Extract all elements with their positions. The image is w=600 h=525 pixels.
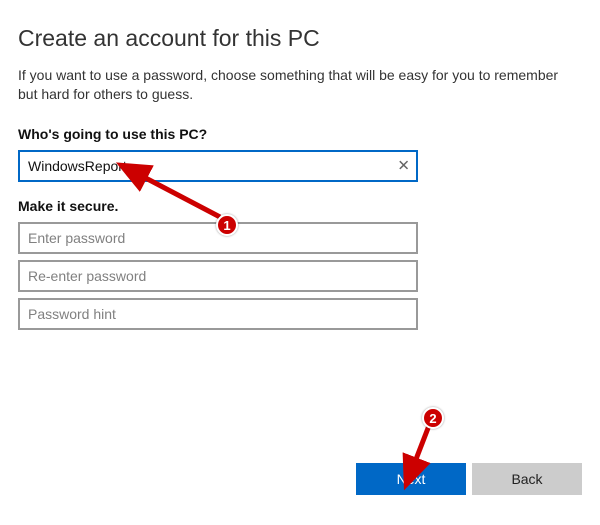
username-label: Who's going to use this PC?: [18, 126, 582, 142]
button-row: Next Back: [356, 463, 582, 495]
username-input[interactable]: [18, 150, 418, 182]
password-input[interactable]: [18, 222, 418, 254]
clear-icon[interactable]: ✕: [397, 158, 410, 173]
password-fields: [18, 222, 582, 330]
back-button[interactable]: Back: [472, 463, 582, 495]
password-hint-input[interactable]: [18, 298, 418, 330]
annotation-callout-2: 2: [422, 407, 444, 429]
subtitle-text: If you want to use a password, choose so…: [18, 66, 578, 104]
page-title: Create an account for this PC: [18, 25, 582, 52]
next-button[interactable]: Next: [356, 463, 466, 495]
username-input-wrap: ✕: [18, 150, 418, 182]
confirm-password-input[interactable]: [18, 260, 418, 292]
password-section-label: Make it secure.: [18, 198, 582, 214]
